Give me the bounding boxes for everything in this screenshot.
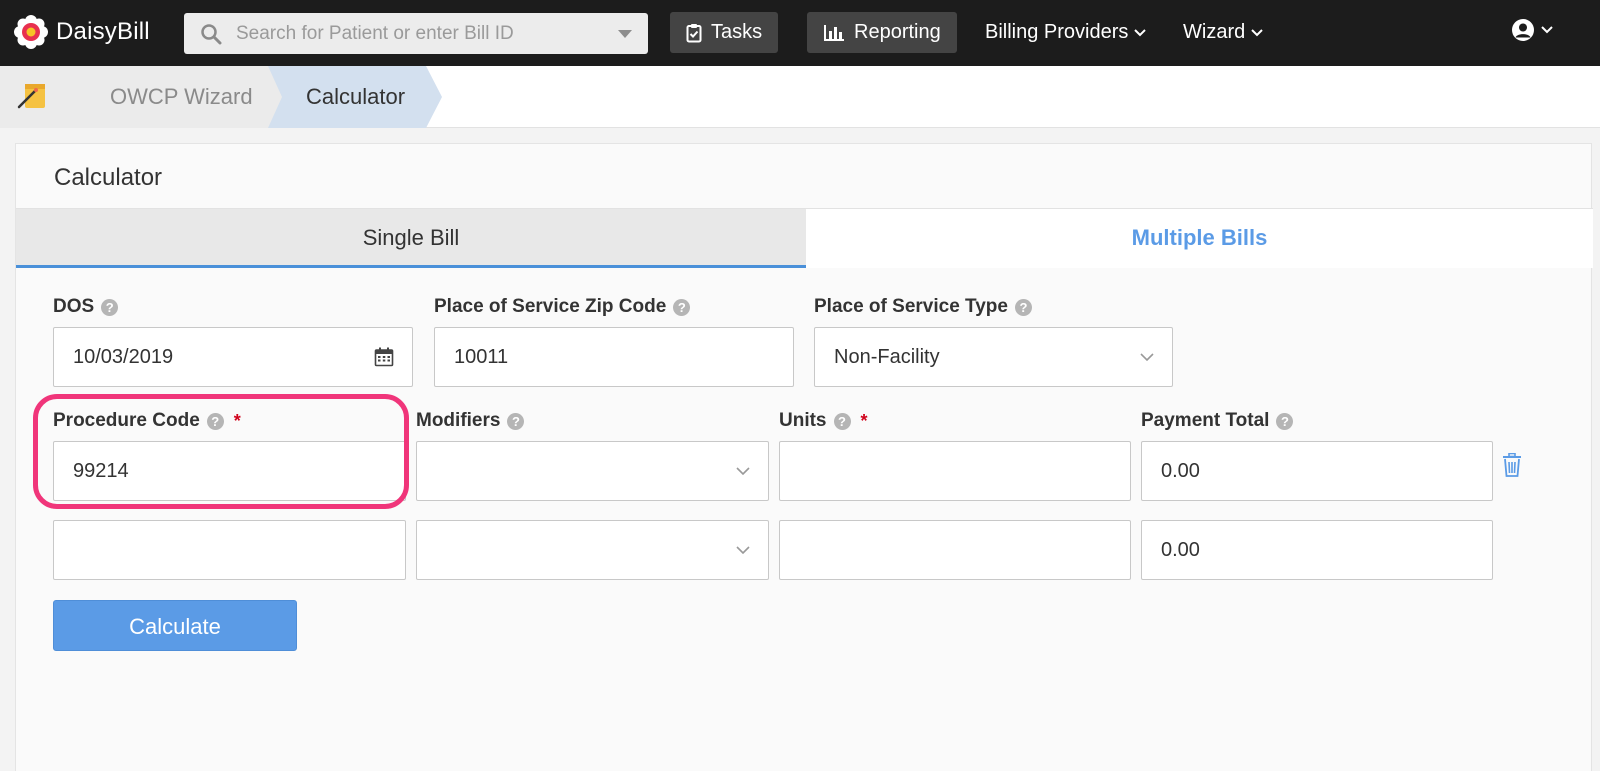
help-icon[interactable]: ? [507,412,525,430]
pos-type-label: Place of Service Type ? [814,296,1032,318]
zip-label-text: Place of Service Zip Code [434,296,667,317]
help-icon[interactable]: ? [1276,412,1294,430]
help-icon[interactable]: ? [101,298,119,316]
bar-chart-icon [824,24,844,41]
modifiers-label: Modifiers ? [416,410,525,432]
user-avatar-icon [1512,19,1534,41]
dos-value: 10/03/2019 [73,345,174,368]
tab-multiple-bills[interactable]: Multiple Bills [806,209,1593,268]
dos-label: DOS ? [53,296,119,318]
wizard-label: Wizard [1183,21,1246,43]
zip-label: Place of Service Zip Code ? [434,296,691,318]
units-label-text: Units [779,410,827,431]
payment-total-field: 0.00 [1141,520,1493,580]
calendar-icon[interactable] [374,347,394,367]
top-navbar: DaisyBill Search for Patient or enter Bi… [0,0,1600,66]
user-menu[interactable] [1511,18,1553,42]
calculate-button[interactable]: Calculate [53,600,297,651]
breadcrumb: OWCP Wizard Calculator [0,66,1600,128]
pos-type-select[interactable]: Non-Facility [814,327,1173,387]
payment-total-field: 0.00 [1141,441,1493,501]
modifiers-select[interactable] [416,520,769,580]
bill-tabs: Single Bill Multiple Bills [16,208,1593,268]
modifiers-select[interactable] [416,441,769,501]
tab-single-bill[interactable]: Single Bill [16,209,806,268]
breadcrumb-item-calculator[interactable]: Calculator [268,66,426,128]
units-label: Units ? * [779,410,868,432]
brand-name: DaisyBill [56,18,150,45]
procedure-code-input[interactable] [53,520,406,580]
search-dropdown-icon[interactable] [618,29,632,38]
chevron-down-icon [1134,28,1147,36]
help-icon[interactable]: ? [833,412,851,430]
dos-label-text: DOS [53,296,95,317]
breadcrumb-label: Calculator [306,84,406,109]
zip-code-input[interactable]: 10011 [434,327,794,387]
breadcrumb-separator [268,66,282,128]
payment-label-text: Payment Total [1141,410,1270,431]
dos-field[interactable]: 10/03/2019 [53,327,413,387]
billing-providers-menu[interactable]: Billing Providers [985,12,1147,53]
tasks-button[interactable]: Tasks [670,12,779,53]
page-title: Calculator [54,164,163,191]
breadcrumb-label: OWCP Wizard [110,84,253,109]
tasks-label: Tasks [711,21,763,43]
required-marker: * [860,410,868,431]
units-input[interactable] [779,520,1131,580]
wizard-notepad-icon [17,84,45,109]
patient-search[interactable]: Search for Patient or enter Bill ID [184,13,648,54]
chevron-down-icon [1140,353,1154,361]
pos-type-label-text: Place of Service Type [814,296,1008,317]
search-icon [201,23,222,44]
trash-icon[interactable] [1501,453,1523,477]
clipboard-check-icon [686,23,702,42]
chevron-down-icon [1541,26,1553,34]
breadcrumb-item-owcp-wizard[interactable]: OWCP Wizard [78,66,268,128]
daisy-logo-icon [14,15,48,49]
chevron-down-icon [1251,28,1263,36]
wizard-menu[interactable]: Wizard [1183,12,1263,53]
modifiers-label-text: Modifiers [416,410,501,431]
payment-total-value: 0.00 [1161,538,1200,561]
payment-total-label: Payment Total ? [1141,410,1294,432]
help-icon[interactable]: ? [673,298,691,316]
billing-providers-label: Billing Providers [985,21,1129,43]
reporting-label: Reporting [854,21,941,43]
breadcrumb-arrow [426,66,442,128]
reporting-button[interactable]: Reporting [807,12,957,53]
pos-type-value: Non-Facility [834,345,940,368]
payment-total-value: 0.00 [1161,459,1200,482]
search-placeholder: Search for Patient or enter Bill ID [236,22,514,44]
help-icon[interactable]: ? [1014,298,1032,316]
chevron-down-icon [736,467,750,475]
zip-value: 10011 [454,345,509,368]
chevron-down-icon [736,546,750,554]
breadcrumb-home[interactable] [0,66,78,128]
brand-logo[interactable]: DaisyBill [14,14,150,50]
units-input[interactable] [779,441,1131,501]
procedure-code-highlight [33,394,409,509]
